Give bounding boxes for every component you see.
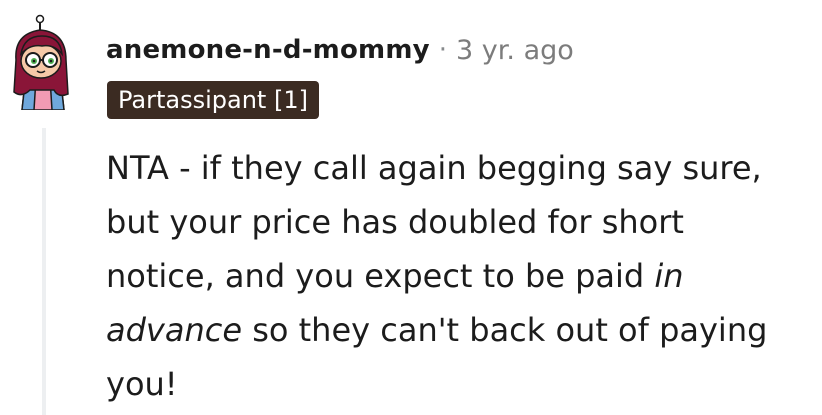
comment-italic-text: in bbox=[654, 257, 684, 295]
comment-meta: anemone-n-d-mommy · 3 yr. ago bbox=[106, 30, 574, 70]
user-flair-badge: Partassipant [1] bbox=[107, 81, 319, 119]
comment-body: NTA - if they call again begging say sur… bbox=[106, 141, 796, 411]
username-link[interactable]: anemone-n-d-mommy bbox=[106, 35, 430, 65]
user-avatar[interactable] bbox=[10, 14, 84, 111]
comment-italic-text: advance bbox=[106, 311, 243, 349]
meta-separator: · bbox=[438, 35, 448, 65]
snoo-avatar-icon bbox=[13, 14, 69, 111]
comment-timestamp[interactable]: 3 yr. ago bbox=[456, 35, 574, 66]
thread-collapse-line[interactable] bbox=[42, 128, 46, 415]
